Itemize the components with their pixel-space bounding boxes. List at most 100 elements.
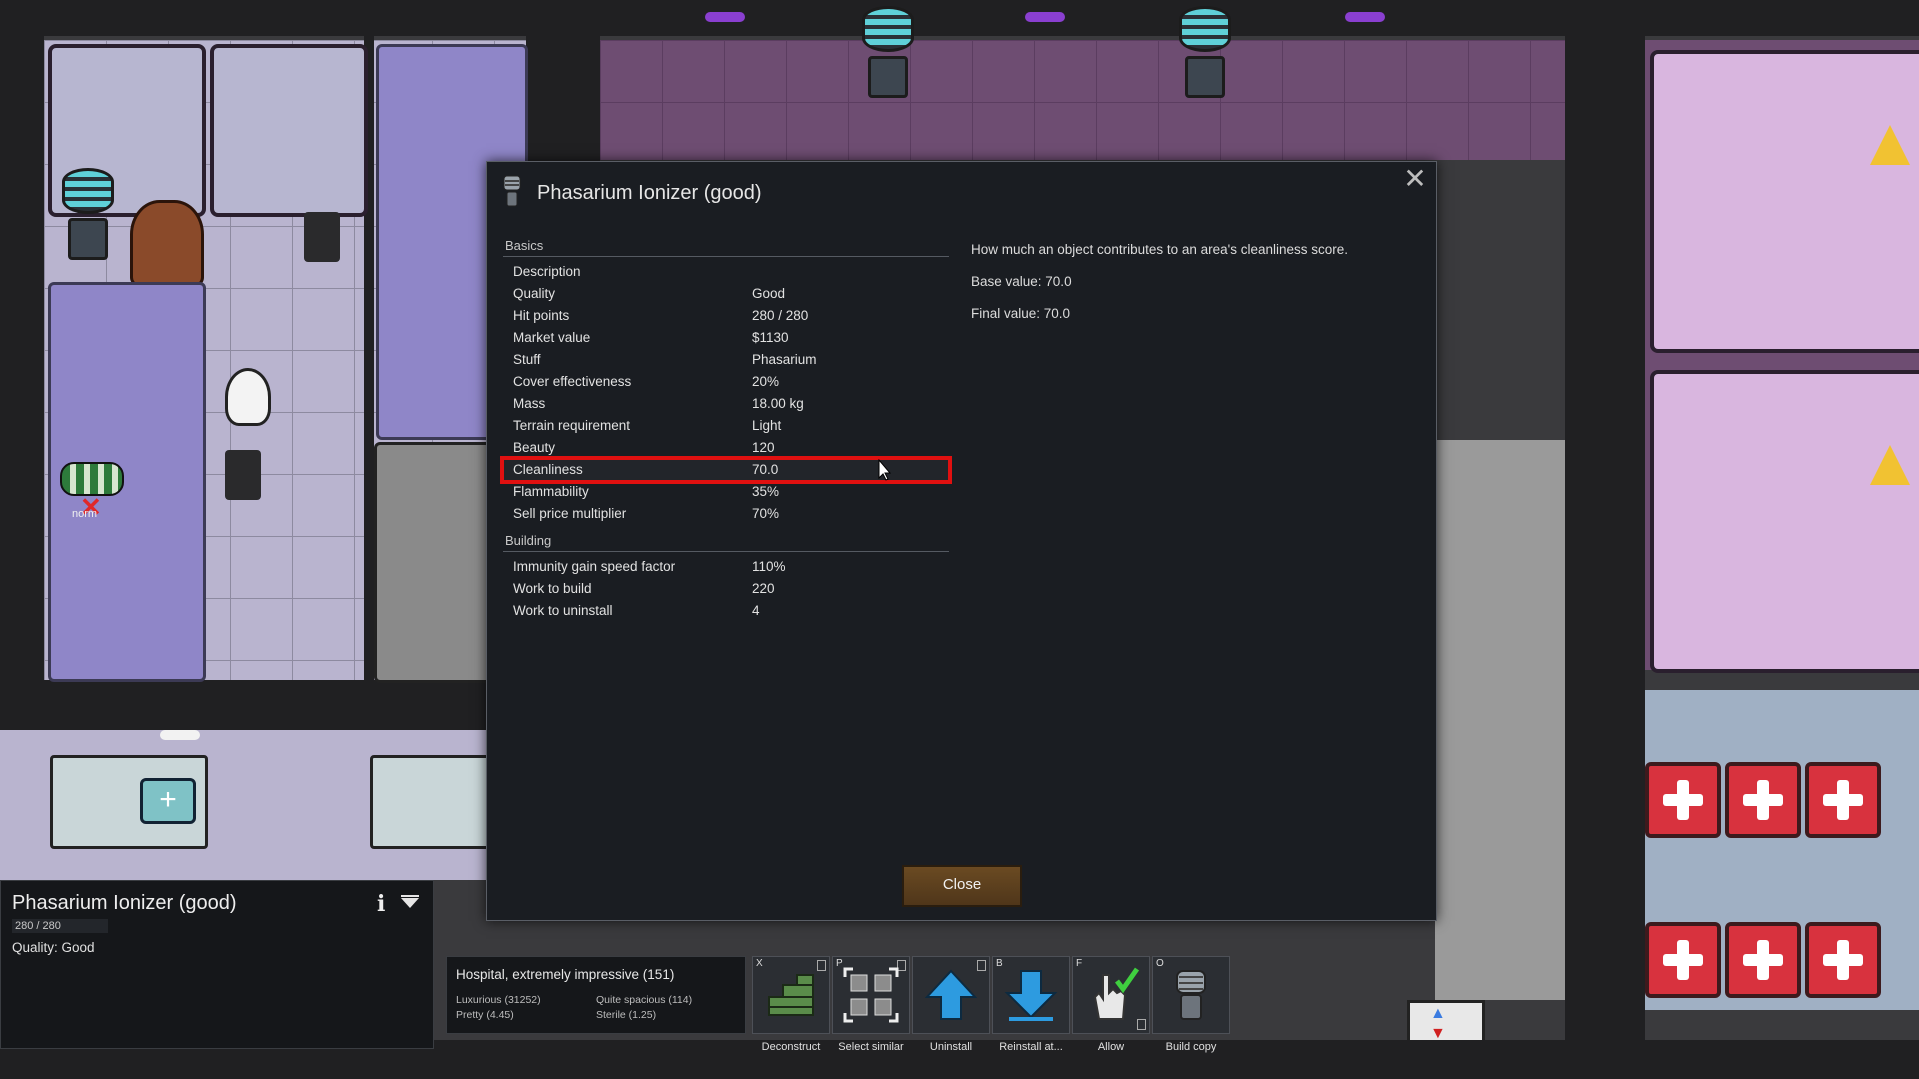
- light-fixture: [1345, 12, 1385, 22]
- stat-value: $1130: [752, 330, 789, 345]
- room-stat: Luxurious (31252): [456, 994, 541, 1006]
- chair-object[interactable]: [225, 450, 261, 500]
- reinstall-button[interactable]: B Reinstall at...: [992, 956, 1070, 1053]
- stat-row-work-to-build[interactable]: Work to build 220: [503, 578, 949, 600]
- stat-row-stuff[interactable]: Stuff Phasarium: [503, 349, 949, 371]
- stat-row-beauty[interactable]: Beauty 120: [503, 437, 949, 459]
- wall: [0, 0, 1919, 36]
- light-fixture: [1025, 12, 1065, 22]
- ionizer-icon: [503, 175, 521, 207]
- medical-bed-icon[interactable]: [1725, 922, 1801, 998]
- stat-value: 220: [752, 581, 775, 596]
- stat-row-description[interactable]: Description: [503, 261, 949, 283]
- pawn-icon[interactable]: [60, 462, 124, 496]
- ionizer-object[interactable]: [58, 168, 114, 260]
- stat-label: Quality: [513, 286, 556, 301]
- machine[interactable]: [1650, 370, 1919, 673]
- arrow-up-icon: [924, 969, 978, 1020]
- room-stat: Quite spacious (114): [596, 994, 693, 1006]
- plant-object[interactable]: [130, 200, 204, 286]
- machine[interactable]: [210, 44, 368, 217]
- pawn-label: norm: [72, 508, 98, 520]
- stat-label: Description: [513, 264, 581, 279]
- hand-icon: [1093, 967, 1139, 1020]
- stat-label: Sell price multiplier: [513, 506, 627, 521]
- stat-label: Hit points: [513, 308, 570, 323]
- medicine-cabinet[interactable]: [370, 755, 496, 849]
- uninstall-button[interactable]: Uninstall: [912, 956, 990, 1053]
- gizmo-label: Build copy: [1165, 1041, 1217, 1053]
- room-stat: Pretty (4.45): [456, 1009, 514, 1021]
- hit-points-bar: 280 / 280: [12, 919, 108, 933]
- stat-row-terrain-requirement[interactable]: Terrain requirement Light: [503, 415, 949, 437]
- section-heading: Building: [503, 531, 949, 552]
- stat-label: Beauty: [513, 440, 556, 455]
- stat-label: Mass: [513, 396, 546, 411]
- stat-value: Good: [752, 286, 786, 301]
- stat-row-mass[interactable]: Mass 18.00 kg: [503, 393, 949, 415]
- dialog-title: Phasarium Ionizer (good): [537, 182, 762, 204]
- stat-value: Phasarium: [752, 352, 817, 367]
- room-heading: Hospital, extremely impressive (151): [456, 967, 675, 982]
- stat-label: Market value: [513, 330, 591, 345]
- gizmo-label: Uninstall: [929, 1041, 973, 1053]
- medical-bed-icon[interactable]: [1725, 762, 1801, 838]
- stat-row-work-to-uninstall[interactable]: Work to uninstall 4: [503, 600, 949, 622]
- floor-area: [600, 40, 1565, 160]
- info-icon[interactable]: i: [377, 891, 393, 917]
- arrow-down-icon: [1004, 970, 1058, 1021]
- stat-row-immunity-gain[interactable]: Immunity gain speed factor 110%: [503, 556, 949, 578]
- gizmo-label: Reinstall at...: [999, 1041, 1063, 1053]
- stat-row-flammability[interactable]: Flammability 35%: [503, 481, 949, 503]
- medical-bed-icon[interactable]: [1645, 922, 1721, 998]
- medical-bed-icon[interactable]: [1805, 922, 1881, 998]
- stat-row-sell-price-multiplier[interactable]: Sell price multiplier 70%: [503, 503, 949, 525]
- gizmo-label: Deconstruct: [761, 1041, 821, 1053]
- pawn-figure[interactable]: [225, 368, 271, 426]
- allow-button[interactable]: F Allow: [1072, 956, 1150, 1053]
- chevron-down-icon[interactable]: [399, 895, 421, 911]
- lock-icon: [1137, 1019, 1146, 1030]
- select-similar-button[interactable]: P Select similar: [832, 956, 910, 1053]
- select-similar-icon: [843, 967, 899, 1023]
- hotkey-label: F: [1076, 958, 1083, 969]
- stats-list: Basics Description Quality Good Hit point…: [500, 236, 952, 622]
- stat-value: 20%: [752, 374, 780, 389]
- stat-value: 110%: [752, 559, 786, 574]
- stat-value: 35%: [752, 484, 780, 499]
- close-button[interactable]: Close: [902, 865, 1022, 907]
- stat-value: 70.0: [752, 462, 779, 477]
- stat-label: Immunity gain speed factor: [513, 559, 676, 574]
- light-fixture: [705, 12, 745, 22]
- hotkey-label: B: [996, 958, 1003, 969]
- quality-text: Quality: Good: [12, 940, 95, 955]
- gizmo-label: Allow: [1097, 1041, 1125, 1053]
- ionizer-object[interactable]: [1175, 6, 1231, 98]
- medical-bed-icon[interactable]: [1805, 762, 1881, 838]
- hotkey-label: P: [836, 958, 843, 969]
- stat-row-cover-effectiveness[interactable]: Cover effectiveness 20%: [503, 371, 949, 393]
- stat-label: Terrain requirement: [513, 418, 631, 433]
- close-icon[interactable]: ✕: [1402, 165, 1428, 193]
- stat-row-quality[interactable]: Quality Good: [503, 283, 949, 305]
- room-stats-panel[interactable]: Hospital, extremely impressive (151) Lux…: [446, 956, 746, 1034]
- ionizer-object[interactable]: [858, 6, 914, 98]
- stat-row-cleanliness-selected[interactable]: Cleanliness 70.0: [500, 456, 952, 484]
- machine[interactable]: [1650, 50, 1919, 353]
- base-value-text: Base value: 70.0: [971, 274, 1072, 289]
- stat-row-hit-points[interactable]: Hit points 280 / 280: [503, 305, 949, 327]
- stat-label: Work to uninstall: [513, 603, 613, 618]
- deconstruct-button[interactable]: X Deconstruct: [752, 956, 830, 1053]
- build-copy-button[interactable]: O Build copy: [1152, 956, 1230, 1053]
- room-stat: Sterile (1.25): [596, 1009, 657, 1021]
- hotkey-label: X: [756, 958, 763, 969]
- stat-label: Cleanliness: [513, 462, 583, 477]
- final-value-text: Final value: 70.0: [971, 306, 1071, 321]
- arrow-up-icon: ▲: [1430, 1005, 1446, 1022]
- inspect-panel: Phasarium Ionizer (good) 280 / 280 Quali…: [0, 880, 434, 1049]
- inspect-title: Phasarium Ionizer (good): [12, 892, 237, 914]
- ionizer-icon: [1176, 970, 1206, 1020]
- chair-object[interactable]: [304, 212, 340, 262]
- stat-row-market-value[interactable]: Market value $1130: [503, 327, 949, 349]
- medical-bed-icon[interactable]: [1645, 762, 1721, 838]
